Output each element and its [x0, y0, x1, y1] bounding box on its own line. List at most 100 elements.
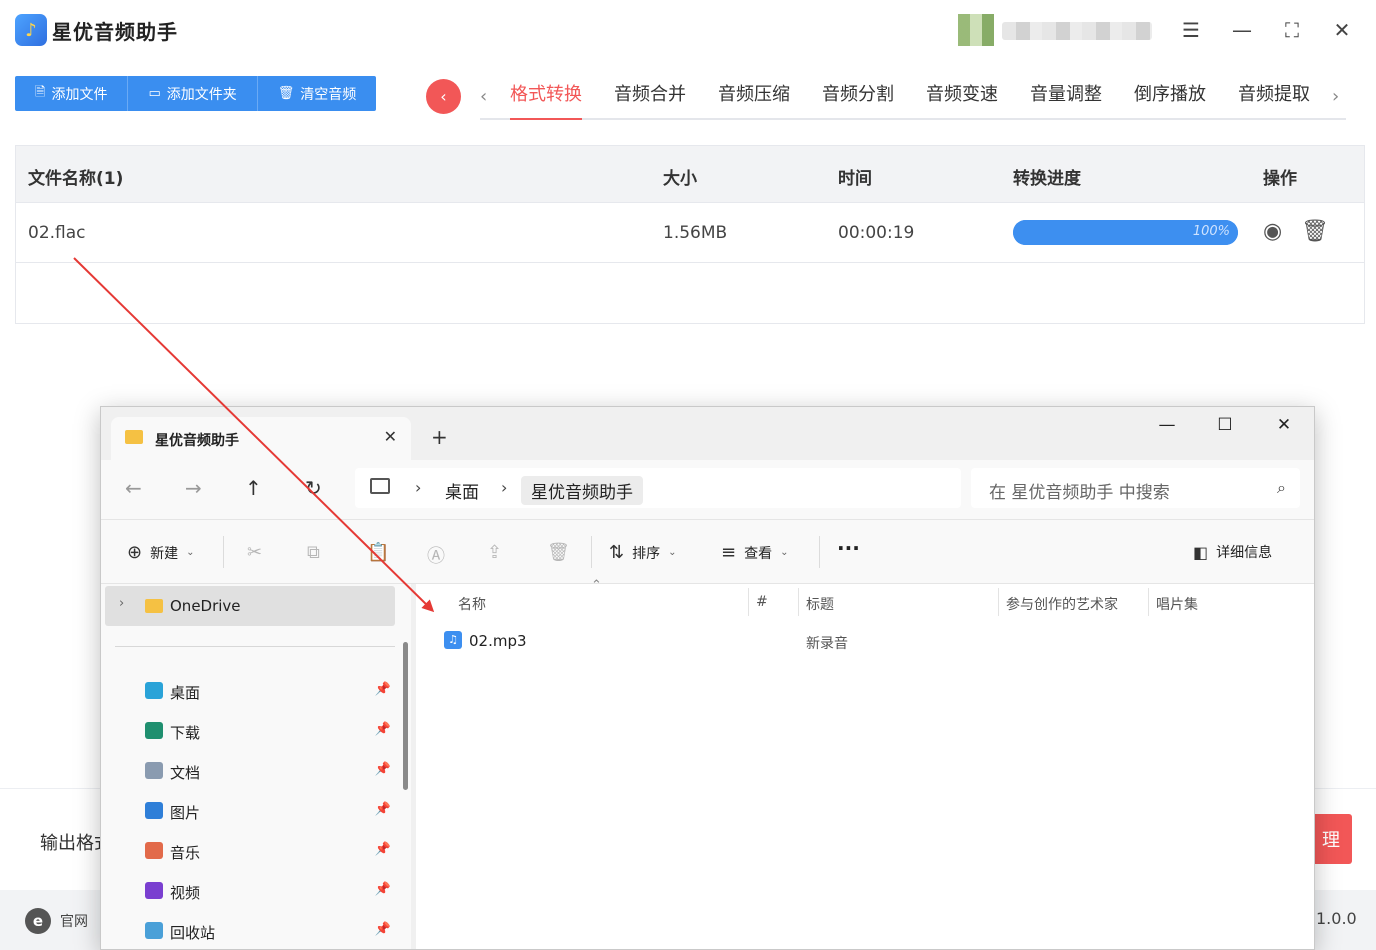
trash-icon: 🗑 [277, 86, 295, 101]
address-bar[interactable]: › 桌面 › 星优音频助手 [355, 468, 961, 508]
file-size-cell: 1.56MB [663, 223, 728, 243]
tabs-scroll-right-icon[interactable]: › [1332, 86, 1339, 107]
tab-3[interactable]: 音频分割 [822, 80, 894, 120]
nav-scrollbar[interactable] [403, 642, 408, 790]
explorer-maximize-button[interactable]: ☐ [1205, 415, 1245, 435]
add-folder-label: 添加文件夹 [166, 86, 237, 103]
cut-button[interactable]: ✂ [247, 542, 262, 563]
details-pane-button[interactable]: ◧ 详细信息 [1193, 542, 1272, 562]
audio-file-icon: ♫ [444, 631, 462, 649]
add-folder-button[interactable]: ▭ 添加文件夹 [128, 76, 258, 111]
list-item[interactable]: ♫ 02.mp3 新录音 [442, 628, 1302, 656]
add-file-button[interactable]: 🗎 添加文件 [15, 76, 129, 111]
user-name [1002, 22, 1152, 40]
file-name: 02.mp3 [469, 632, 527, 650]
more-options-button[interactable]: ··· [837, 536, 860, 560]
view-button[interactable]: ≡ 查看 ⌄ [721, 542, 788, 563]
new-button[interactable]: ⊕ 新建 ⌄ [127, 542, 194, 563]
tab-2[interactable]: 音频压缩 [718, 80, 790, 120]
nav-item-3[interactable]: 图片 📌 [145, 796, 395, 828]
chevron-right-icon[interactable]: › [501, 478, 507, 497]
nav-item-0[interactable]: 桌面 📌 [145, 676, 395, 708]
app-title: 星优音频助手 [52, 20, 178, 44]
table-row[interactable]: 02.flac 1.56MB 00:00:19 100% ◉ 🗑 [16, 203, 1364, 263]
pin-icon[interactable]: 📌 [375, 882, 391, 897]
nav-item-2[interactable]: 文档 📌 [145, 756, 395, 788]
close-button[interactable]: ✕ [1326, 14, 1358, 46]
chevron-right-icon[interactable]: › [119, 596, 124, 611]
user-area[interactable] [958, 14, 1153, 46]
col-header-album[interactable]: 唱片集 [1156, 594, 1198, 614]
col-header-number[interactable]: # [756, 594, 768, 610]
folder-icon [145, 599, 163, 613]
chevron-right-icon[interactable]: › [415, 478, 421, 497]
chevron-down-icon: ⌄ [186, 547, 195, 558]
minimize-button[interactable]: — [1226, 14, 1258, 46]
settings-sliders-icon[interactable]: ☰ [1175, 14, 1207, 46]
pin-icon[interactable]: 📌 [375, 802, 391, 817]
app-logo-icon: ♪ [15, 14, 47, 46]
progress-label: 100% [1192, 224, 1230, 239]
maximize-button[interactable]: ⛶ [1276, 14, 1308, 46]
breadcrumb-desktop[interactable]: 桌面 [435, 476, 489, 505]
tab-7[interactable]: 音频提取 [1238, 80, 1310, 120]
pin-icon[interactable]: 📌 [375, 722, 391, 737]
explorer-close-button[interactable]: ✕ [1264, 415, 1304, 435]
navigation-pane: › OneDrive 桌面 📌 下载 📌 文档 📌 图片 📌 音乐 📌 视频 📌 回收站 📌 [101, 584, 411, 949]
address-bar-row: ← → ↑ ↻ › 桌面 › 星优音频助手 在 星优音频助手 中搜索 ⌕ [101, 460, 1314, 520]
pin-icon[interactable]: 📌 [375, 842, 391, 857]
browser-icon[interactable]: e [25, 908, 51, 934]
refresh-icon[interactable]: ↻ [305, 476, 322, 500]
nav-item-onedrive[interactable]: › OneDrive [105, 586, 395, 626]
tab-0[interactable]: 格式转换 [510, 80, 582, 120]
delete-icon[interactable]: 🗑 [1301, 219, 1329, 244]
file-name-cell: 02.flac [28, 223, 86, 243]
app-title-bar: ♪ 星优音频助手 ☰ — ⛶ ✕ [0, 0, 1376, 62]
share-button[interactable]: ⇪ [487, 542, 502, 563]
search-box[interactable]: 在 星优音频助手 中搜索 ⌕ [971, 468, 1300, 508]
pin-icon[interactable]: 📌 [375, 682, 391, 697]
explorer-minimize-button[interactable]: — [1147, 415, 1187, 435]
nav-item-1[interactable]: 下载 📌 [145, 716, 395, 748]
explorer-tab[interactable]: 星优音频助手 ✕ [111, 417, 411, 460]
file-table: 文件名称(1) 大小 时间 转换进度 操作 02.flac 1.56MB 00:… [15, 145, 1365, 324]
col-header-time[interactable]: 时间 [838, 164, 872, 189]
paste-button[interactable]: 📋 [367, 542, 389, 563]
tab-5[interactable]: 音量调整 [1030, 80, 1102, 120]
col-header-title[interactable]: 标题 [806, 594, 834, 614]
up-arrow-icon[interactable]: ↑ [245, 476, 262, 500]
sort-button[interactable]: ⇅ 排序 ⌄ [609, 542, 676, 563]
avatar[interactable] [958, 14, 994, 46]
copy-button[interactable]: ⧉ [307, 542, 320, 563]
back-button[interactable]: ‹ [426, 79, 461, 114]
pin-icon[interactable]: 📌 [375, 762, 391, 777]
nav-item-4[interactable]: 音乐 📌 [145, 836, 395, 868]
tab-1[interactable]: 音频合并 [614, 80, 686, 120]
official-site-link[interactable]: 官网 [60, 911, 88, 931]
rename-button[interactable]: Ⓐ [427, 542, 445, 568]
clear-audio-button[interactable]: 🗑 清空音频 [258, 76, 377, 111]
breadcrumb-current-folder[interactable]: 星优音频助手 [521, 476, 643, 505]
eye-icon[interactable]: ◉ [1263, 219, 1282, 244]
forward-arrow-icon[interactable]: → [185, 476, 202, 500]
col-header-size[interactable]: 大小 [663, 164, 697, 189]
search-input[interactable]: 在 星优音频助手 中搜索 [989, 478, 1170, 503]
tab-4[interactable]: 音频变速 [926, 80, 998, 120]
nav-item-6[interactable]: 回收站 📌 [145, 916, 395, 948]
tab-6[interactable]: 倒序播放 [1134, 80, 1206, 120]
new-tab-icon[interactable]: + [431, 425, 448, 449]
tabs-scroll-left-icon[interactable]: ‹ [480, 86, 487, 107]
col-header-artist[interactable]: 参与创作的艺术家 [1006, 594, 1118, 614]
nav-item-icon [145, 882, 163, 899]
pin-icon[interactable]: 📌 [375, 922, 391, 937]
back-arrow-icon[interactable]: ← [125, 476, 142, 500]
scissors-icon: ✂ [247, 542, 263, 563]
delete-button[interactable]: 🗑 [547, 542, 570, 563]
nav-item-icon [145, 802, 163, 819]
nav-item-5[interactable]: 视频 📌 [145, 876, 395, 908]
col-header-name[interactable]: 文件名称(1) [28, 164, 123, 189]
file-toolbar: 🗎 添加文件 ▭ 添加文件夹 🗑 清空音频 [15, 76, 377, 111]
col-header-name[interactable]: 名称 [458, 594, 486, 614]
conversion-progress-bar: 100% [1013, 220, 1238, 245]
close-tab-icon[interactable]: ✕ [384, 427, 397, 446]
